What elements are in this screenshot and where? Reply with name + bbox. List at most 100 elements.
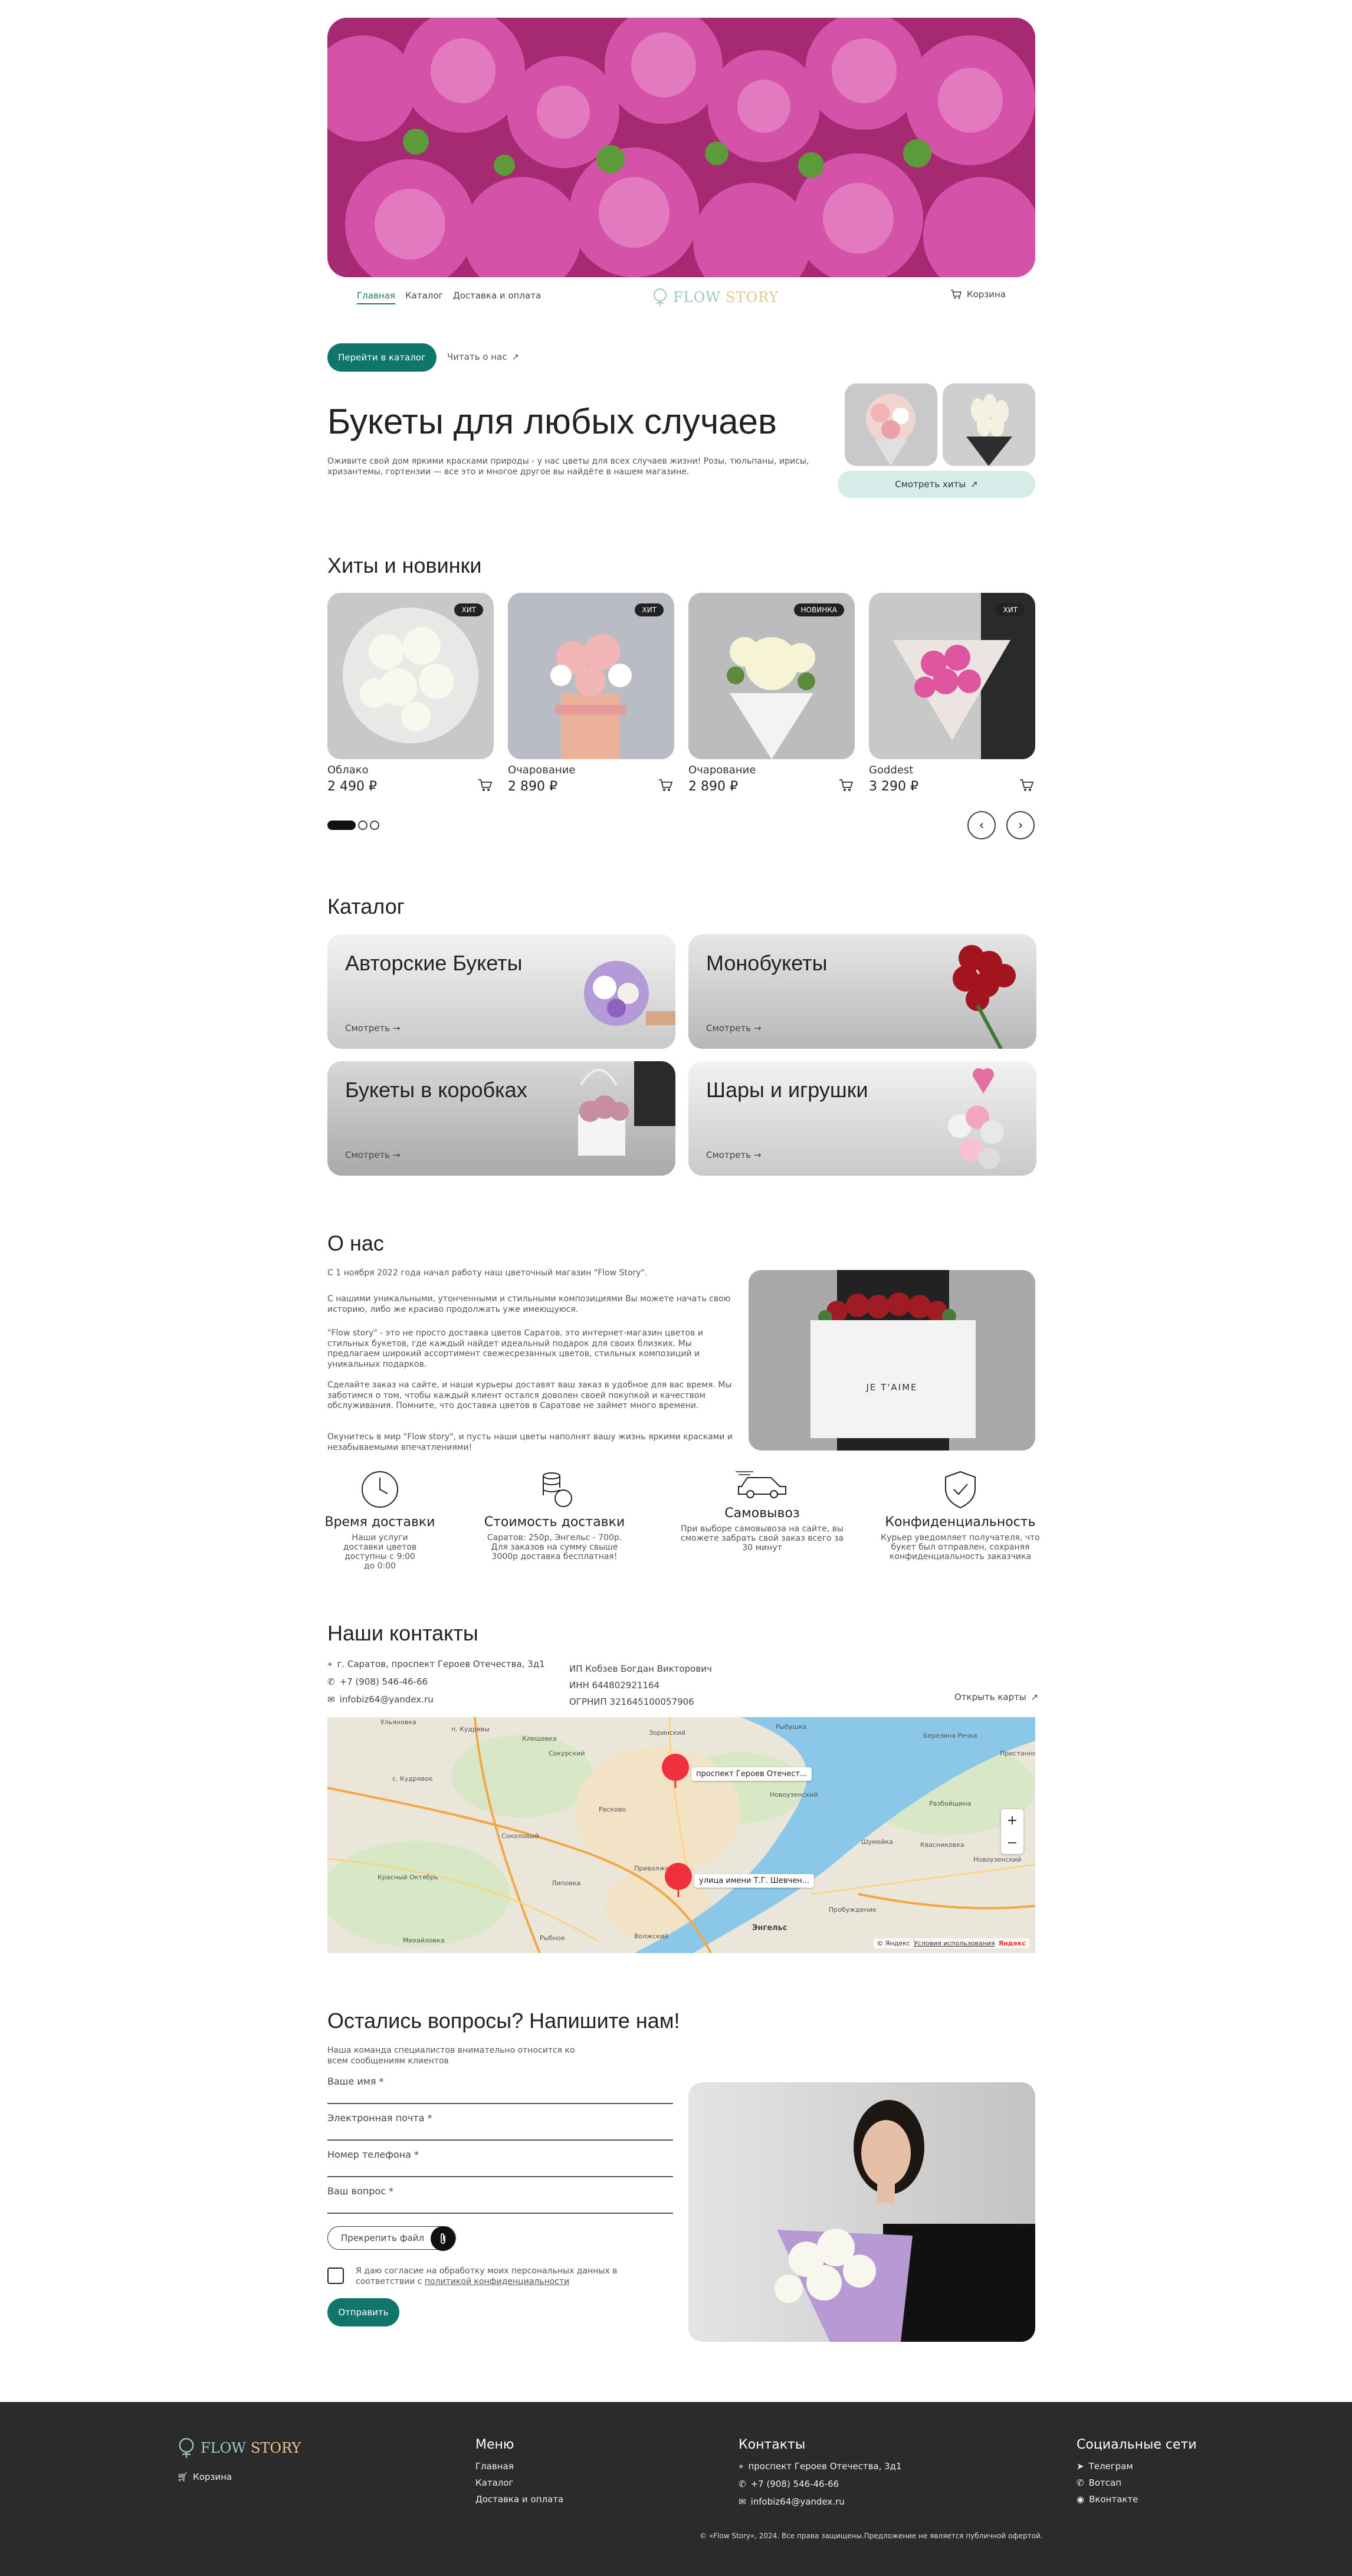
product-name[interactable]: Облако — [327, 764, 369, 776]
product-price: 3 290 ₽ — [869, 779, 918, 794]
cart-link[interactable]: Корзина — [950, 289, 1006, 300]
submit-button[interactable]: Отправить — [327, 2298, 399, 2326]
social-vk-label: Вконтакте — [1089, 2494, 1138, 2505]
footer-menu-delivery[interactable]: Доставка и оплата — [475, 2494, 563, 2505]
hits-title: Хиты и новинки — [327, 553, 482, 577]
category-link-label: Смотреть — [345, 1150, 390, 1160]
map-label: Ульяновка — [380, 1718, 416, 1726]
add-to-cart-icon[interactable] — [1018, 776, 1035, 793]
category-link-label: Смотреть — [706, 1150, 752, 1160]
go-to-catalog-button[interactable]: Перейти в каталог — [327, 343, 437, 372]
feature-title: Время доставки — [324, 1515, 435, 1530]
car-icon — [736, 1471, 786, 1498]
zoom-out-button[interactable]: − — [1001, 1832, 1023, 1854]
slider-prev-button[interactable]: ‹ — [967, 811, 996, 839]
category-link[interactable]: Смотреть → — [345, 1150, 400, 1160]
arrow-up-right-icon: ↗ — [970, 479, 978, 490]
name-field[interactable]: Ваше имя * — [327, 2068, 673, 2104]
add-to-cart-icon[interactable] — [476, 776, 494, 793]
category-link[interactable]: Смотреть → — [706, 1023, 761, 1033]
map-terms-link[interactable]: Условия использования — [914, 1940, 995, 1947]
nav-home[interactable]: Главная — [357, 290, 395, 304]
map-label: Шумейка — [861, 1838, 893, 1846]
logo[interactable]: FLOW STORY — [652, 288, 779, 307]
map-attribution: © Яндекс Условия использования Яндекс — [873, 1938, 1029, 1948]
product-name[interactable]: Очарование — [688, 764, 756, 776]
footer-cart-link[interactable]: 🛒︎ Корзина — [177, 2472, 232, 2482]
nav-catalog[interactable]: Каталог — [405, 290, 443, 301]
nav-delivery[interactable]: Доставка и оплата — [453, 290, 541, 301]
category-link[interactable]: Смотреть → — [706, 1150, 761, 1160]
slider-dot[interactable] — [358, 821, 367, 830]
map-pin-1-label[interactable]: проспект Героев Отечест... — [691, 1767, 812, 1781]
product-image[interactable] — [869, 593, 1035, 759]
category-card-boxes[interactable]: Букеты в коробках Смотреть → — [327, 1061, 675, 1176]
slider-dot-active[interactable] — [327, 821, 356, 830]
telegram-icon: ➤ — [1077, 2461, 1084, 2472]
email-field[interactable]: Электронная почта * — [327, 2104, 673, 2141]
product-price: 2 890 ₽ — [508, 779, 557, 794]
map-label: Пробуждение — [829, 1906, 877, 1914]
map-pin-2-label[interactable]: улица имени Т.Г. Шевчен... — [694, 1874, 815, 1888]
social-telegram-label: Телеграм — [1088, 2461, 1133, 2472]
about-p1: С 1 ноября 2022 года начал работу наш цв… — [327, 1268, 648, 1278]
form-subtitle: Наша команда специалистов внимательно от… — [327, 2046, 575, 2066]
social-telegram-link[interactable]: ➤ Телеграм — [1077, 2461, 1133, 2472]
hero-thumb-bouquet-2 — [943, 383, 1035, 466]
category-link[interactable]: Смотреть → — [345, 1023, 400, 1033]
feature-desc: При выборе самовывоза на сайте, вы сможе… — [680, 1524, 844, 1553]
category-card-balloons[interactable]: Шары и игрушки Смотреть → — [688, 1061, 1036, 1176]
category-card-mono[interactable]: Монобукеты Смотреть → — [688, 934, 1036, 1049]
map-label: Энгельс — [752, 1924, 787, 1932]
category-title: Шары и игрушки — [706, 1078, 868, 1102]
footer-menu-catalog[interactable]: Каталог — [475, 2477, 513, 2488]
product-image[interactable] — [508, 593, 674, 759]
about-link[interactable]: Читать о нас ↗ — [447, 352, 519, 362]
phone-field[interactable]: Номер телефона * — [327, 2141, 673, 2177]
paperclip-icon — [441, 2233, 445, 2244]
zoom-in-button[interactable]: + — [1001, 1809, 1023, 1832]
map-label: Разбойщина — [929, 1800, 972, 1807]
attach-file-icon-button[interactable] — [431, 2226, 455, 2251]
add-to-cart-icon[interactable] — [837, 776, 855, 793]
map-marker-icon — [665, 1863, 692, 1897]
cart-label: Корзина — [966, 289, 1006, 300]
product-card[interactable]: ХИТ Очарование 2 890 ₽ — [508, 593, 674, 796]
map-pin-2[interactable] — [664, 1862, 693, 1897]
category-card-author[interactable]: Авторские Букеты Смотреть → — [327, 934, 675, 1049]
footer-menu-home[interactable]: Главная — [475, 2461, 514, 2472]
contact-email[interactable]: ✉ infobiz64@yandex.ru — [327, 1694, 434, 1705]
product-name[interactable]: Очарование — [508, 764, 575, 776]
legal-ogrn: ОГРНИП 321645100057906 — [569, 1696, 694, 1707]
question-field[interactable]: Ваш вопрос * — [327, 2177, 673, 2214]
footer-phone[interactable]: ✆ +7 (908) 546-46-66 — [739, 2479, 839, 2489]
social-vk-link[interactable]: ◉ Вконтакте — [1077, 2494, 1138, 2505]
add-to-cart-icon[interactable] — [657, 776, 674, 793]
open-map-link[interactable]: Открыть карты ↗ — [954, 1692, 1038, 1702]
privacy-policy-link[interactable]: политикой конфиденциальности — [425, 2277, 569, 2286]
view-hits-button[interactable]: Смотреть хиты ↗ — [838, 471, 1035, 498]
badge-hit: ХИТ — [996, 603, 1025, 616]
social-whatsapp-link[interactable]: ✆ Вотсап — [1077, 2477, 1121, 2488]
slider-next-button[interactable]: › — [1006, 811, 1035, 839]
about-title: О нас — [327, 1231, 384, 1255]
product-card[interactable]: ХИТ Облако 2 490 ₽ — [327, 593, 494, 796]
footer-copyright: © «Flow Story», 2024. Все права защищены… — [700, 2532, 1043, 2540]
product-image[interactable] — [327, 593, 494, 759]
consent-checkbox[interactable] — [327, 2267, 344, 2284]
map-pin-1[interactable] — [661, 1753, 690, 1788]
category-title: Монобукеты — [706, 951, 828, 975]
contact-phone[interactable]: ✆ +7 (908) 546-46-66 — [327, 1676, 428, 1687]
product-card[interactable]: НОВИНКА Очарование 2 890 ₽ — [688, 593, 855, 796]
slider-dot[interactable] — [370, 821, 379, 830]
arrow-right-icon: → — [392, 1150, 401, 1160]
map[interactable]: Ульяновка Зоринский Рыбушка Березина Реч… — [327, 1717, 1035, 1953]
map-copyright: © Яндекс — [877, 1940, 910, 1947]
product-card[interactable]: ХИТ Goddest 3 290 ₽ — [869, 593, 1035, 796]
catalog-title: Каталог — [327, 894, 405, 918]
product-name[interactable]: Goddest — [869, 764, 913, 776]
footer-email[interactable]: ✉ infobiz64@yandex.ru — [739, 2496, 845, 2507]
map-label: Красный Октябрь — [378, 1873, 438, 1881]
product-image[interactable] — [688, 593, 855, 759]
footer-logo[interactable]: FLOW STORY — [177, 2437, 301, 2459]
